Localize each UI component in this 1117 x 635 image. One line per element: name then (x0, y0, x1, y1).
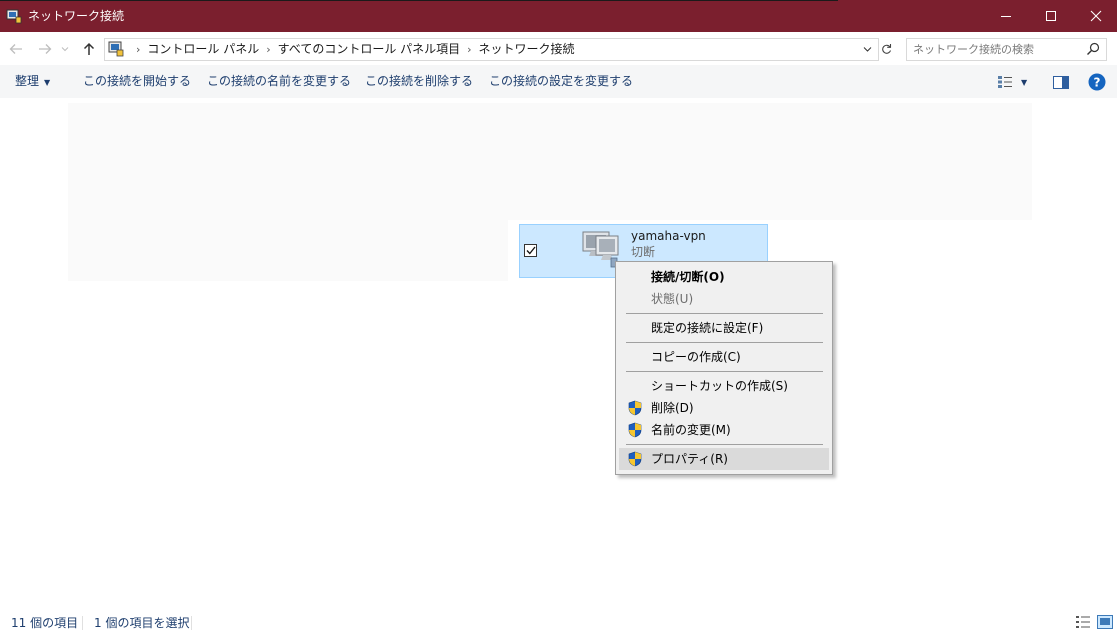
breadcrumb-separator-icon: › (266, 43, 271, 56)
close-icon (1090, 10, 1102, 22)
menu-item-label: ショートカットの作成(S) (651, 379, 788, 393)
search-icon (1087, 42, 1100, 55)
connection-name: yamaha-vpn (631, 229, 706, 243)
breadcrumb-network-connections[interactable]: ネットワーク接続 (479, 42, 575, 57)
minimize-button[interactable] (983, 0, 1029, 32)
menu-item-label: コピーの作成(C) (651, 350, 741, 364)
preview-pane-icon (1053, 75, 1069, 89)
minimize-icon (1001, 16, 1011, 17)
menu-item-create-shortcut[interactable]: ショートカットの作成(S) (619, 375, 829, 397)
window-title: ネットワーク接続 (28, 9, 125, 23)
maximize-icon (1046, 11, 1056, 21)
svg-text:?: ? (1094, 76, 1101, 90)
breadcrumb-separator-icon: › (467, 43, 472, 56)
menu-item-label: プロパティ(R) (651, 452, 728, 466)
address-row: › コントロール パネル › すべてのコントロール パネル項目 › ネットワーク… (0, 32, 1117, 65)
up-button[interactable] (79, 39, 99, 59)
address-bar[interactable]: › コントロール パネル › すべてのコントロール パネル項目 › ネットワーク… (104, 38, 879, 61)
search-input[interactable] (913, 41, 1078, 57)
menu-item-label: 名前の変更(M) (651, 423, 731, 437)
status-bar: 11 個の項目 1 個の項目を選択 (0, 608, 1117, 635)
item-count: 11 個の項目 (11, 616, 79, 630)
status-separator (191, 616, 192, 630)
menu-item-rename[interactable]: 名前の変更(M) (619, 419, 829, 441)
view-options-icon (998, 76, 1012, 88)
breadcrumb-all-items[interactable]: すべてのコントロール パネル項目 (278, 42, 461, 57)
selected-count: 1 個の項目を選択 (94, 616, 190, 630)
rename-connection-button[interactable]: この接続の名前を変更する (207, 74, 351, 89)
menu-item-status: 状態(U) (619, 288, 829, 310)
back-arrow-icon (9, 44, 22, 54)
refresh-button[interactable] (878, 38, 894, 59)
checkmark-icon (526, 246, 536, 255)
change-settings-button[interactable]: この接続の設定を変更する (489, 74, 633, 89)
menu-separator (626, 371, 823, 372)
menu-item-properties[interactable]: プロパティ(R) (619, 448, 829, 470)
menu-separator (626, 444, 823, 445)
forward-button[interactable] (35, 39, 55, 59)
menu-separator (626, 342, 823, 343)
menu-item-label: 削除(D) (651, 401, 694, 415)
menu-item-label: 状態(U) (651, 292, 694, 306)
chevron-down-icon (61, 47, 69, 52)
delete-connection-button[interactable]: この接続を削除する (365, 74, 473, 89)
help-button[interactable]: ? (1088, 72, 1106, 92)
items-background (68, 220, 508, 281)
file-list-area[interactable]: yamaha-vpn 切断 (0, 98, 1117, 608)
menu-item-label: 接続/切断(O) (651, 270, 725, 284)
help-icon: ? (1088, 73, 1106, 91)
caret-down-icon: ▼ (44, 78, 51, 87)
address-history-button[interactable] (860, 38, 874, 59)
connection-status: 切断 (631, 245, 656, 259)
maximize-button[interactable] (1028, 0, 1074, 32)
organize-button[interactable]: 整理 ▼ (15, 74, 50, 90)
menu-item-connect-disconnect[interactable]: 接続/切断(O) (619, 266, 829, 288)
uac-shield-icon (628, 451, 642, 467)
up-arrow-icon (83, 42, 95, 55)
status-separator (82, 616, 83, 630)
recent-locations-button[interactable] (59, 39, 71, 59)
breadcrumb: › コントロール パネル › すべてのコントロール パネル項目 › ネットワーク… (129, 42, 575, 57)
breadcrumb-separator-icon: › (136, 43, 141, 56)
control-panel-icon (108, 41, 124, 57)
search-box[interactable] (906, 38, 1107, 61)
command-bar: 整理 ▼ この接続を開始する この接続の名前を変更する この接続を削除する この接… (0, 65, 1117, 99)
caret-down-icon: ▼ (1021, 77, 1028, 87)
chevron-down-icon (863, 46, 871, 52)
preview-pane-button[interactable] (1053, 72, 1069, 92)
refresh-icon (881, 43, 891, 54)
forward-arrow-icon (39, 44, 52, 54)
large-icons-view-icon[interactable] (1097, 615, 1113, 629)
uac-shield-icon (628, 422, 642, 438)
menu-separator (626, 313, 823, 314)
organize-label: 整理 (15, 74, 40, 88)
menu-item-create-copy[interactable]: コピーの作成(C) (619, 346, 829, 368)
item-checkbox[interactable] (524, 244, 537, 257)
uac-shield-icon (628, 400, 642, 416)
menu-item-label: 既定の接続に設定(F) (651, 321, 764, 335)
start-connection-button[interactable]: この接続を開始する (83, 74, 191, 89)
change-view-button[interactable]: ▼ (997, 72, 1027, 92)
menu-item-set-default[interactable]: 既定の接続に設定(F) (619, 317, 829, 339)
close-button[interactable] (1073, 0, 1117, 32)
context-menu: 接続/切断(O) 状態(U) 既定の接続に設定(F) コピーの作成(C) ショー… (615, 261, 833, 475)
breadcrumb-control-panel[interactable]: コントロール パネル (147, 42, 259, 57)
title-bar: ネットワーク接続 (0, 0, 1117, 32)
network-connections-icon (6, 9, 22, 24)
back-button[interactable] (6, 39, 26, 59)
menu-item-delete[interactable]: 削除(D) (619, 397, 829, 419)
details-view-icon[interactable] (1075, 615, 1091, 629)
title-bar-edge (0, 0, 838, 1)
items-background (68, 103, 1032, 220)
